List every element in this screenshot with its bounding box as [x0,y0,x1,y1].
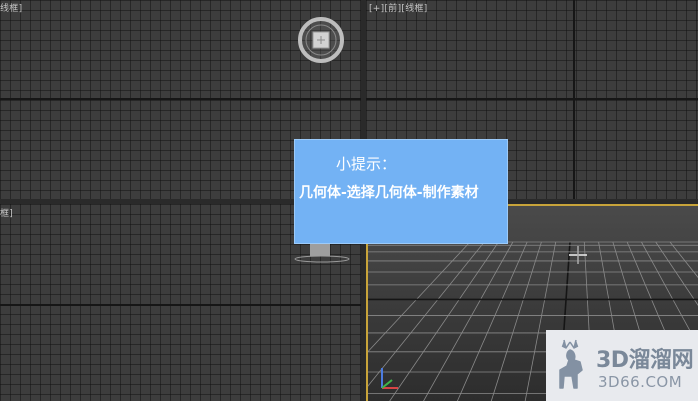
tip-body: 几何体-选择几何体-制作素材 [299,185,479,201]
perspective-grid-line [423,241,514,401]
viewport-left-label[interactable]: 框] [0,206,13,219]
tip-box: 小提示： 几何体-选择几何体-制作素材 [294,139,508,244]
viewport-top-label[interactable]: 线框] [0,1,22,14]
axis-tripod-icon [381,368,398,389]
watermark-url: 3D66.COM [598,373,683,391]
watermark-badge: 3D溜溜网 3D66.COM [546,330,698,401]
viewport-front-label[interactable]: [+][前][线框] [369,1,428,14]
crosshair-cursor-icon [569,246,587,264]
tip-title: 小提示： [336,155,397,173]
perspective-grid-line [490,241,542,401]
view-cube-icon[interactable] [295,16,347,64]
perspective-grid-line [456,241,528,401]
watermark-title: 3D溜溜网 [596,348,694,373]
deer-logo-icon [559,339,583,389]
grid-axis-vertical [573,0,575,199]
object-gizmo-icon [294,244,350,263]
grid-axis-horizontal [0,304,361,306]
grid-axis-horizontal [0,98,361,100]
grid-axis-horizontal [366,98,698,100]
